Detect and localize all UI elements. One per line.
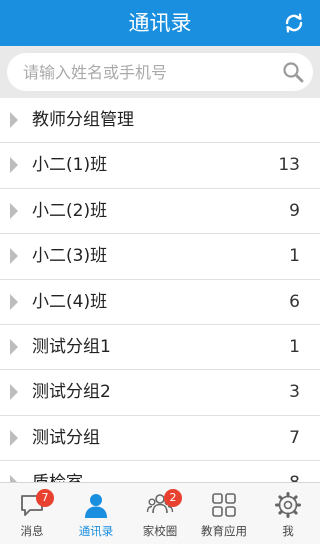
group-count: 7	[289, 427, 300, 448]
search-input[interactable]	[23, 53, 273, 91]
group-count: 1	[289, 336, 300, 357]
refresh-icon[interactable]	[282, 11, 306, 35]
tab-contacts[interactable]: 通讯录	[64, 483, 128, 544]
expand-arrow-icon	[10, 338, 18, 355]
group-label: 测试分组1	[32, 336, 111, 357]
group-label: 小二(1)班	[32, 155, 108, 176]
tab-label: 我	[282, 524, 294, 538]
group-label: 小二(3)班	[32, 246, 108, 267]
group-row[interactable]: 小二(4)班 6	[0, 280, 320, 325]
group-label: 小二(2)班	[32, 200, 108, 221]
expand-arrow-icon	[10, 293, 18, 310]
group-row[interactable]: 小二(3)班 1	[0, 234, 320, 280]
person-icon	[82, 491, 110, 519]
tab-me[interactable]: 我	[256, 483, 320, 544]
group-count: 1	[289, 246, 300, 267]
app-header: 通讯录	[0, 0, 320, 46]
group-row[interactable]: 小二(1)班 13	[0, 143, 320, 189]
group-row[interactable]: 测试分组1 1	[0, 325, 320, 371]
group-label: 小二(4)班	[32, 291, 108, 312]
unread-badge: 7	[36, 489, 54, 507]
tab-label: 通讯录	[78, 524, 114, 538]
bottom-tab-bar: 7 消息 通讯录 2 家校圈 教育应用 我	[0, 482, 320, 544]
grid-icon	[210, 491, 238, 519]
group-row[interactable]: 测试分组2 3	[0, 370, 320, 416]
tab-messages[interactable]: 7 消息	[0, 483, 64, 544]
group-label: 测试分组	[32, 427, 100, 448]
tab-label: 家校圈	[142, 524, 178, 538]
group-row[interactable]: 小二(2)班 9	[0, 189, 320, 235]
expand-arrow-icon	[10, 202, 18, 219]
page-title: 通讯录	[128, 11, 192, 35]
search-box[interactable]	[7, 53, 313, 91]
group-row[interactable]: 测试分组 7	[0, 416, 320, 462]
group-count: 3	[289, 382, 300, 403]
group-count: 6	[289, 291, 300, 312]
unread-badge: 2	[164, 489, 182, 507]
tab-label: 教育应用	[201, 524, 247, 538]
expand-arrow-icon	[10, 475, 18, 482]
tab-education-apps[interactable]: 教育应用	[192, 483, 256, 544]
group-label: 教师分组管理	[32, 110, 134, 130]
group-label: 质检室	[32, 461, 83, 482]
expand-arrow-icon	[10, 112, 18, 128]
search-bar	[0, 46, 320, 98]
group-row-teacher-management[interactable]: 教师分组管理	[0, 98, 320, 144]
expand-arrow-icon	[10, 384, 18, 401]
group-count: 8	[289, 461, 300, 482]
contact-group-list: 教师分组管理 小二(1)班 13 小二(2)班 9 小二(3)班 1 小二(4)…	[0, 98, 320, 482]
expand-arrow-icon	[10, 429, 18, 446]
expand-arrow-icon	[10, 248, 18, 265]
group-count: 13	[278, 155, 300, 176]
search-icon[interactable]	[282, 61, 304, 83]
expand-arrow-icon	[10, 157, 18, 174]
tab-school-circle[interactable]: 2 家校圈	[128, 483, 192, 544]
tab-label: 消息	[20, 524, 44, 538]
group-count: 9	[289, 200, 300, 221]
group-row[interactable]: 质检室 8	[0, 461, 320, 482]
group-label: 测试分组2	[32, 382, 111, 403]
gear-icon	[274, 491, 302, 519]
